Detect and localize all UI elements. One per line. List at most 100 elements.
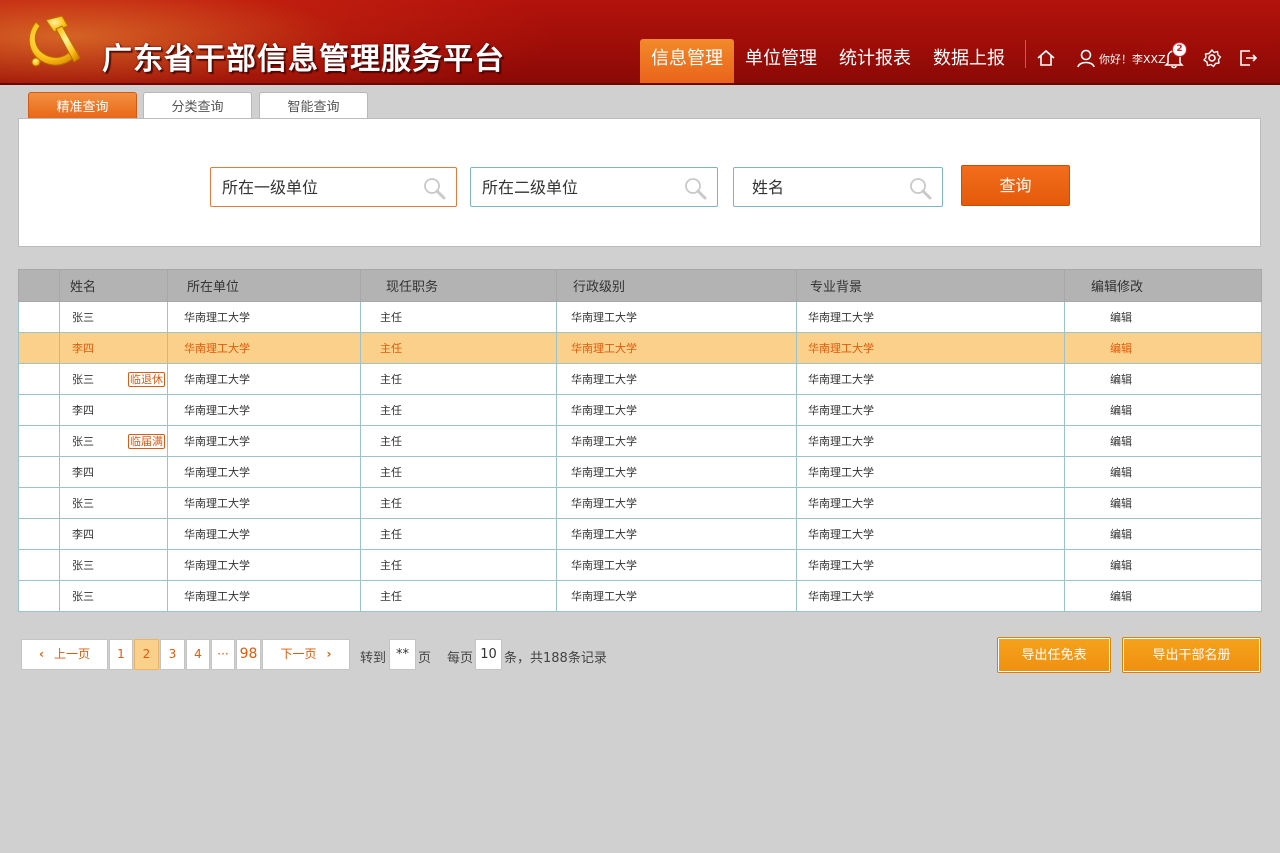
page-unit-label: 页 <box>418 651 432 666</box>
unit-text: 华南理工大学 <box>184 559 250 572</box>
next-page-button[interactable]: 下一页 › <box>262 639 350 670</box>
level-text: 华南理工大学 <box>571 404 637 417</box>
name-text: 张三 <box>72 559 94 572</box>
next-page-label: 下一页 <box>280 647 317 661</box>
table-row[interactable]: 张三 临届满 华南理工大学 主任 华南理工大学 华南理工大学 编辑 <box>18 425 1262 457</box>
prev-page-label: 上一页 <box>53 647 90 661</box>
edit-link[interactable]: 编辑 <box>1110 311 1132 324</box>
row-index-cell <box>18 549 60 581</box>
page-98-button[interactable]: 98 <box>236 639 261 670</box>
party-emblem-icon <box>28 15 81 67</box>
position-text: 主任 <box>380 342 402 355</box>
logout-icon[interactable] <box>1237 47 1259 69</box>
name-cell: 张三 <box>59 487 168 519</box>
page-1-button[interactable]: 1 <box>109 639 133 670</box>
table-row[interactable]: 张三 临退休 华南理工大学 主任 华南理工大学 华南理工大学 编辑 <box>18 363 1262 395</box>
prev-page-button[interactable]: ‹ 上一页 <box>21 639 108 670</box>
edit-link[interactable]: 编辑 <box>1110 373 1132 386</box>
edit-link[interactable]: 编辑 <box>1110 435 1132 448</box>
position-cell: 主任 <box>360 394 557 426</box>
secondary-unit-input[interactable] <box>471 168 717 206</box>
edit-cell: 编辑 <box>1064 301 1262 333</box>
export-roster-button[interactable]: 导出干部名册 <box>1122 637 1261 673</box>
table-row[interactable]: 张三 华南理工大学 主任 华南理工大学 华南理工大学 编辑 <box>18 301 1262 333</box>
header-index <box>18 269 60 302</box>
name-text: 张三 <box>72 435 94 448</box>
primary-unit-field[interactable] <box>210 167 457 207</box>
status-badge: 临退休 <box>128 372 165 387</box>
row-index-cell <box>18 456 60 488</box>
background-text: 华南理工大学 <box>808 373 874 386</box>
table-row[interactable]: 张三 华南理工大学 主任 华南理工大学 华南理工大学 编辑 <box>18 580 1262 612</box>
page-4-button[interactable]: 4 <box>186 639 210 670</box>
table-row[interactable]: 李四 华南理工大学 主任 华南理工大学 华南理工大学 编辑 <box>18 332 1262 364</box>
name-cell: 张三 临退休 <box>59 363 168 395</box>
tab-smart-query[interactable]: 智能查询 <box>259 92 368 119</box>
background-text: 华南理工大学 <box>808 559 874 572</box>
nav-unit-management[interactable]: 单位管理 <box>734 39 828 85</box>
nav-divider <box>1025 40 1026 68</box>
home-icon[interactable] <box>1035 47 1057 69</box>
name-cell: 李四 <box>59 332 168 364</box>
goto-label: 转到 <box>360 651 387 666</box>
unit-cell: 华南理工大学 <box>167 301 361 333</box>
edit-link[interactable]: 编辑 <box>1110 497 1132 510</box>
user-icon[interactable] <box>1075 47 1097 69</box>
notification-badge: 2 <box>1172 42 1187 57</box>
secondary-unit-field[interactable] <box>470 167 718 207</box>
tab-precise-query[interactable]: 精准查询 <box>28 92 137 119</box>
level-cell: 华南理工大学 <box>556 456 797 488</box>
gear-icon[interactable] <box>1201 47 1223 69</box>
nav-statistics[interactable]: 统计报表 <box>828 39 922 85</box>
name-text: 张三 <box>72 373 94 386</box>
app-title: 广东省干部信息管理服务平台 <box>102 42 505 77</box>
header-bottom-line <box>0 83 1280 85</box>
level-cell: 华南理工大学 <box>556 549 797 581</box>
goto-page-input[interactable]: ** <box>389 639 416 670</box>
primary-unit-input[interactable] <box>211 168 456 206</box>
nav-data-report[interactable]: 数据上报 <box>922 39 1016 85</box>
name-cell: 张三 <box>59 580 168 612</box>
position-cell: 主任 <box>360 518 557 550</box>
unit-text: 华南理工大学 <box>184 528 250 541</box>
background-cell: 华南理工大学 <box>796 363 1065 395</box>
name-field[interactable] <box>733 167 943 207</box>
edit-link[interactable]: 编辑 <box>1110 404 1132 417</box>
page-3-button[interactable]: 3 <box>160 639 185 670</box>
unit-cell: 华南理工大学 <box>167 363 361 395</box>
table-row[interactable]: 李四 华南理工大学 主任 华南理工大学 华南理工大学 编辑 <box>18 518 1262 550</box>
edit-link[interactable]: 编辑 <box>1110 528 1132 541</box>
background-cell: 华南理工大学 <box>796 301 1065 333</box>
background-text: 华南理工大学 <box>808 590 874 603</box>
position-cell: 主任 <box>360 425 557 457</box>
page-2-button[interactable]: 2 <box>134 639 159 670</box>
name-cell: 张三 临届满 <box>59 425 168 457</box>
edit-link[interactable]: 编辑 <box>1110 559 1132 572</box>
name-cell: 张三 <box>59 549 168 581</box>
header-position: 现任职务 <box>360 269 557 302</box>
name-cell: 李四 <box>59 518 168 550</box>
unit-cell: 华南理工大学 <box>167 487 361 519</box>
level-text: 华南理工大学 <box>571 342 637 355</box>
name-cell: 李四 <box>59 394 168 426</box>
table-row[interactable]: 张三 华南理工大学 主任 华南理工大学 华南理工大学 编辑 <box>18 549 1262 581</box>
export-appointment-button[interactable]: 导出任免表 <box>997 637 1111 673</box>
level-cell: 华南理工大学 <box>556 332 797 364</box>
edit-link[interactable]: 编辑 <box>1110 342 1132 355</box>
table-row[interactable]: 李四 华南理工大学 主任 华南理工大学 华南理工大学 编辑 <box>18 456 1262 488</box>
nav-info-management[interactable]: 信息管理 <box>640 39 734 85</box>
level-text: 华南理工大学 <box>571 528 637 541</box>
tab-category-query[interactable]: 分类查询 <box>143 92 252 119</box>
edit-cell: 编辑 <box>1064 394 1262 426</box>
search-icon <box>685 178 707 200</box>
edit-link[interactable]: 编辑 <box>1110 590 1132 603</box>
table-row[interactable]: 李四 华南理工大学 主任 华南理工大学 华南理工大学 编辑 <box>18 394 1262 426</box>
edit-cell: 编辑 <box>1064 549 1262 581</box>
edit-link[interactable]: 编辑 <box>1110 466 1132 479</box>
table-row[interactable]: 张三 华南理工大学 主任 华南理工大学 华南理工大学 编辑 <box>18 487 1262 519</box>
query-button[interactable]: 查询 <box>961 165 1070 206</box>
background-text: 华南理工大学 <box>808 435 874 448</box>
level-text: 华南理工大学 <box>571 590 637 603</box>
per-page-input[interactable]: 10 <box>475 639 502 670</box>
header-level: 行政级别 <box>556 269 797 302</box>
